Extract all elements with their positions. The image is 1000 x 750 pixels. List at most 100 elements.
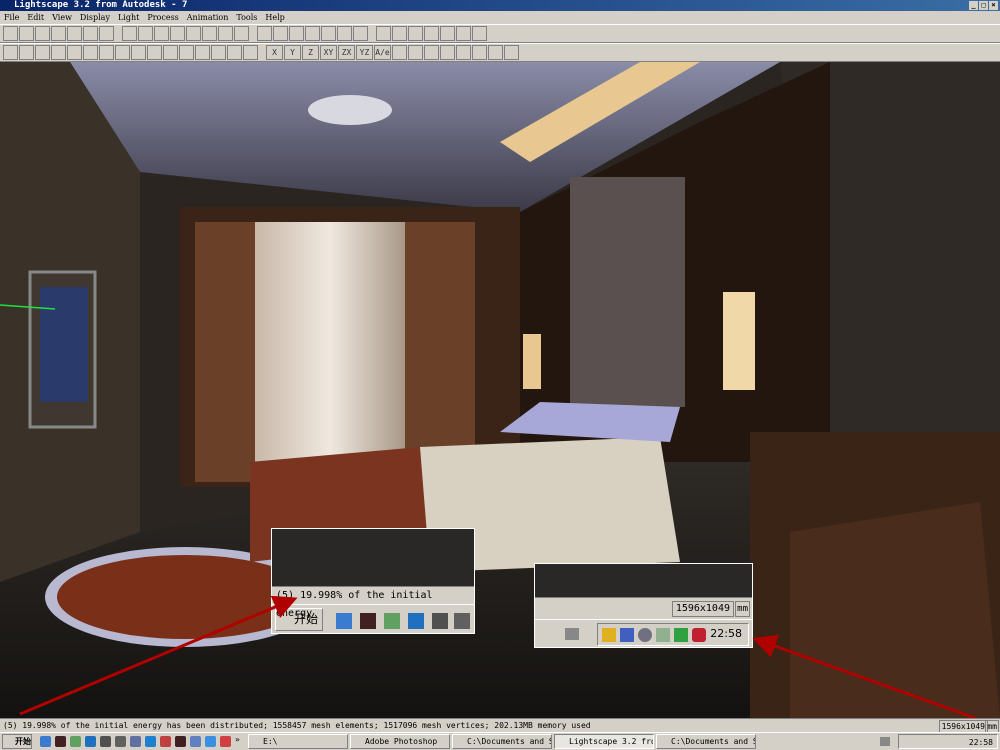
toolbar-tool-icon[interactable] — [138, 26, 153, 41]
task-documents-1[interactable]: C:\Documents and Se... — [452, 734, 552, 749]
quick-launch-icon[interactable] — [160, 736, 171, 747]
axis-button[interactable]: Y — [284, 45, 301, 60]
walk-tool-icon[interactable] — [440, 45, 455, 60]
quick-launch-more[interactable]: » — [235, 735, 240, 744]
select-tool-icon[interactable] — [67, 45, 82, 60]
toolbar-tool-icon[interactable] — [83, 26, 98, 41]
toolbar-tool-icon[interactable] — [321, 26, 336, 41]
select-tool-icon[interactable] — [83, 45, 98, 60]
toolbar-tool-icon[interactable] — [273, 26, 288, 41]
menu-help[interactable]: Help — [265, 11, 284, 24]
quick-launch-icon[interactable] — [145, 736, 156, 747]
title-bar: Lightscape 3.2 from Autodesk - 7 _ □ × — [0, 0, 1000, 11]
toolbar-tool-icon[interactable] — [337, 26, 352, 41]
axis-button[interactable]: ZX — [338, 45, 355, 60]
select-tool-icon[interactable] — [195, 45, 210, 60]
toolbar-tool-icon[interactable] — [99, 26, 114, 41]
toolbar-tool-icon[interactable] — [376, 26, 391, 41]
toolbar-tool-icon[interactable] — [408, 26, 423, 41]
toolbar-tool-icon[interactable] — [202, 26, 217, 41]
walk-tool-icon[interactable] — [408, 45, 423, 60]
toolbar-tool-icon[interactable] — [456, 26, 471, 41]
menu-display[interactable]: Display — [80, 11, 110, 24]
select-tool-icon[interactable] — [211, 45, 226, 60]
toolbar-tool-icon[interactable] — [154, 26, 169, 41]
walk-tool-icon[interactable] — [504, 45, 519, 60]
quick-launch-icon[interactable] — [55, 736, 66, 747]
status-bar: (5) 19.998% of the initial energy has be… — [0, 718, 1000, 733]
walk-tool-icon[interactable] — [424, 45, 439, 60]
menu-process[interactable]: Process — [147, 11, 178, 24]
quick-launch-icon[interactable] — [190, 736, 201, 747]
clock: 22:58 — [968, 738, 993, 747]
walk-tool-icon[interactable] — [456, 45, 471, 60]
render-viewport[interactable]: (5) 19.998% of the initial energy 开始 159… — [0, 62, 1000, 718]
axis-button[interactable]: Z — [302, 45, 319, 60]
toolbar-tool-icon[interactable] — [289, 26, 304, 41]
axis-button[interactable]: YZ — [356, 45, 373, 60]
toolbar-tool-icon[interactable] — [186, 26, 201, 41]
toolbar-tool-icon[interactable] — [218, 26, 233, 41]
walk-tool-icon[interactable] — [472, 45, 487, 60]
menu-file[interactable]: File — [4, 11, 19, 24]
close-button[interactable]: × — [989, 1, 998, 10]
task-photoshop[interactable]: Adobe Photoshop — [350, 734, 450, 749]
select-tool-icon[interactable] — [147, 45, 162, 60]
task-explorer-e[interactable]: E:\ — [248, 734, 348, 749]
quick-launch-icon[interactable] — [70, 736, 81, 747]
menu-edit[interactable]: Edit — [27, 11, 44, 24]
toolbar-tool-icon[interactable] — [3, 26, 18, 41]
toolbar-tool-icon[interactable] — [234, 26, 249, 41]
select-tool-icon[interactable] — [179, 45, 194, 60]
menu-light[interactable]: Light — [118, 11, 139, 24]
toolbar-tool-icon[interactable] — [257, 26, 272, 41]
toolbar-tool-icon[interactable] — [67, 26, 82, 41]
select-tool-icon[interactable] — [35, 45, 50, 60]
select-tool-icon[interactable] — [19, 45, 34, 60]
menu-tools[interactable]: Tools — [236, 11, 257, 24]
toolbar-tool-icon[interactable] — [35, 26, 50, 41]
quick-launch-icon[interactable] — [115, 736, 126, 747]
walk-tool-icon[interactable] — [488, 45, 503, 60]
select-tool-icon[interactable] — [3, 45, 18, 60]
quick-launch-icon[interactable] — [175, 736, 186, 747]
system-tray: 22:58 — [898, 734, 998, 749]
axis-button[interactable]: A/e — [374, 45, 391, 60]
select-tool-icon[interactable] — [227, 45, 242, 60]
axis-button[interactable]: X — [266, 45, 283, 60]
toolbar-tool-icon[interactable] — [424, 26, 439, 41]
arrow-to-tray — [752, 634, 976, 718]
menu-animation[interactable]: Animation — [187, 11, 229, 24]
select-tool-icon[interactable] — [163, 45, 178, 60]
toolbar-tool-icon[interactable] — [353, 26, 368, 41]
maximize-button[interactable]: □ — [979, 1, 988, 10]
toolbar-tool-icon[interactable] — [440, 26, 455, 41]
select-tool-icon[interactable] — [51, 45, 66, 60]
task-documents-2[interactable]: C:\Documents and Se... — [656, 734, 756, 749]
toolbar-tool-icon[interactable] — [305, 26, 320, 41]
toolbar-tool-icon[interactable] — [51, 26, 66, 41]
toolbar-tool-icon[interactable] — [19, 26, 34, 41]
toolbar-tool-icon[interactable] — [392, 26, 407, 41]
quick-launch-icon[interactable] — [220, 736, 231, 747]
axis-button[interactable]: XY — [320, 45, 337, 60]
quick-launch-icon[interactable] — [130, 736, 141, 747]
keyboard-icon — [880, 737, 890, 746]
select-tool-icon[interactable] — [243, 45, 258, 60]
quick-launch-icon[interactable] — [40, 736, 51, 747]
quick-launch-icon[interactable] — [205, 736, 216, 747]
walk-tool-icon[interactable] — [392, 45, 407, 60]
toolbar-tool-icon[interactable] — [472, 26, 487, 41]
toolbar-tool-icon[interactable] — [170, 26, 185, 41]
select-tool-icon[interactable] — [99, 45, 114, 60]
view-toolbar: X Y Z XY ZX YZ A/e — [0, 43, 1000, 62]
toolbar-tool-icon[interactable] — [122, 26, 137, 41]
quick-launch-icon[interactable] — [85, 736, 96, 747]
menu-view[interactable]: View — [52, 11, 72, 24]
minimize-button[interactable]: _ — [969, 1, 978, 10]
select-tool-icon[interactable] — [115, 45, 130, 60]
select-tool-icon[interactable] — [131, 45, 146, 60]
quick-launch-icon[interactable] — [100, 736, 111, 747]
start-button[interactable]: 开始 — [2, 734, 32, 749]
task-lightscape[interactable]: Lightscape 3.2 from... — [554, 734, 654, 749]
